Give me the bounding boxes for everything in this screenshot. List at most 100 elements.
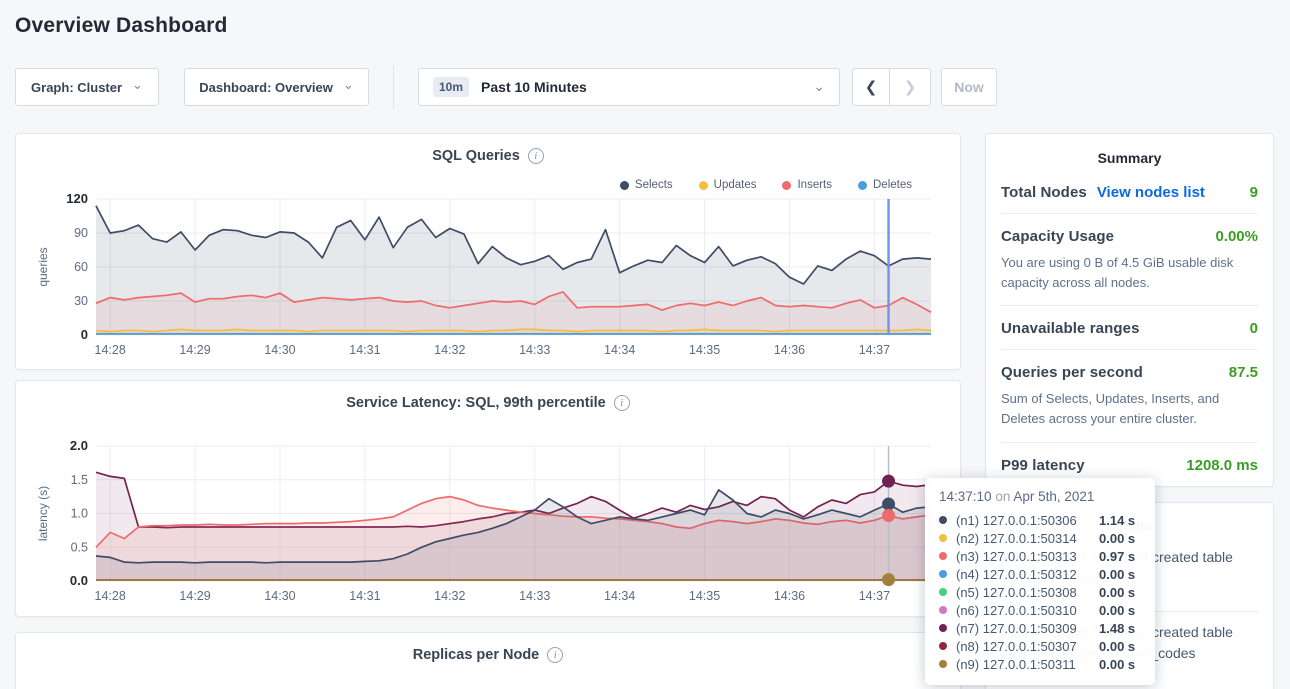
node-address: (n1) 127.0.0.1:50306 — [956, 513, 1099, 528]
prev-time-button[interactable]: ❮ — [852, 68, 890, 106]
sql-queries-card: SQL Queries i Selects Updates Inserts Delet… — [15, 133, 961, 370]
info-icon[interactable]: i — [614, 395, 630, 411]
svg-text:0: 0 — [81, 327, 88, 342]
node-latency-value: 0.00 s — [1099, 567, 1135, 582]
chevron-down-icon: ⌄ — [132, 77, 143, 93]
svg-text:latency (s): latency (s) — [36, 486, 50, 541]
legend-label: Updates — [714, 179, 757, 191]
svg-text:14:29: 14:29 — [179, 343, 210, 357]
queries-per-second-label: Queries per second — [1001, 364, 1143, 381]
tooltip-node-row: (n1) 127.0.0.1:503061.14 s — [939, 511, 1141, 529]
chart-title-text: Replicas per Node — [413, 647, 540, 663]
chevron-down-icon: ⌄ — [343, 77, 354, 93]
series-color-dot — [939, 588, 947, 596]
sql-queries-chart[interactable]: 030609012014:2814:2914:3014:3114:3214:33… — [31, 191, 947, 359]
svg-text:0.5: 0.5 — [71, 540, 88, 554]
replicas-per-node-card: Replicas per Node i — [15, 632, 961, 689]
chevron-left-icon: ❮ — [865, 78, 878, 96]
tooltip-node-rows: (n1) 127.0.0.1:503061.14 s(n2) 127.0.0.1… — [939, 511, 1141, 673]
sql-queries-title: SQL Queries i — [16, 134, 960, 164]
legend-item-inserts[interactable]: Inserts — [782, 179, 832, 191]
chart-title-text: Service Latency: SQL, 99th percentile — [346, 395, 606, 411]
series-color-dot — [939, 642, 947, 650]
p99-latency-label: P99 latency — [1001, 457, 1085, 474]
svg-text:14:35: 14:35 — [689, 343, 720, 357]
node-address: (n6) 127.0.0.1:50310 — [956, 603, 1099, 618]
svg-text:14:32: 14:32 — [434, 589, 465, 603]
tooltip-node-row: (n5) 127.0.0.1:503080.00 s — [939, 583, 1141, 601]
node-latency-value: 1.14 s — [1099, 513, 1135, 528]
svg-text:14:31: 14:31 — [349, 589, 380, 603]
node-latency-value: 0.00 s — [1099, 531, 1135, 546]
graph-scope-dropdown[interactable]: Graph: Cluster ⌄ — [15, 68, 159, 106]
svg-text:1.5: 1.5 — [71, 473, 88, 487]
svg-text:14:33: 14:33 — [519, 589, 550, 603]
svg-text:14:37: 14:37 — [859, 343, 890, 357]
capacity-usage-description: You are using 0 B of 4.5 GiB usable disk… — [1001, 251, 1258, 306]
legend-color-dot — [782, 181, 791, 190]
p99-latency-value: 1208.0 ms — [1186, 457, 1258, 474]
series-color-dot — [939, 606, 947, 614]
service-latency-title: Service Latency: SQL, 99th percentile i — [16, 381, 960, 411]
svg-text:14:28: 14:28 — [95, 343, 126, 357]
chevron-right-icon: ❯ — [904, 78, 917, 96]
total-nodes-label: Total Nodes — [1001, 184, 1087, 201]
queries-per-second-description: Sum of Selects, Updates, Inserts, and De… — [1001, 387, 1258, 442]
legend-color-dot — [620, 181, 629, 190]
svg-text:0.0: 0.0 — [70, 573, 88, 588]
tooltip-timestamp: 14:37:10 on Apr 5th, 2021 — [939, 489, 1141, 504]
node-latency-value: 1.48 s — [1099, 621, 1135, 636]
node-latency-value: 0.00 s — [1099, 657, 1135, 672]
node-address: (n2) 127.0.0.1:50314 — [956, 531, 1099, 546]
time-window-arrows: ❮ ❯ — [852, 68, 931, 106]
chevron-down-icon: ⌄ — [813, 78, 825, 95]
legend-item-selects[interactable]: Selects — [620, 179, 673, 191]
series-color-dot — [939, 660, 947, 668]
service-latency-chart[interactable]: 0.00.51.01.52.014:2814:2914:3014:3114:32… — [31, 438, 947, 606]
tooltip-time: 14:37:10 — [939, 489, 992, 504]
svg-text:14:33: 14:33 — [519, 343, 550, 357]
svg-text:2.0: 2.0 — [70, 438, 88, 453]
chart-hover-tooltip: 14:37:10 on Apr 5th, 2021 (n1) 127.0.0.1… — [925, 478, 1155, 685]
total-nodes-row: Total Nodes View nodes list 9 — [1001, 170, 1258, 214]
node-address: (n5) 127.0.0.1:50308 — [956, 585, 1099, 600]
tooltip-conjunction: on — [995, 489, 1010, 504]
node-latency-value: 0.00 s — [1099, 603, 1135, 618]
unavailable-ranges-row: Unavailable ranges 0 — [1001, 306, 1258, 350]
controls-divider — [393, 65, 394, 109]
legend-item-deletes[interactable]: Deletes — [858, 179, 912, 191]
tooltip-node-row: (n2) 127.0.0.1:503140.00 s — [939, 529, 1141, 547]
summary-title: Summary — [1001, 134, 1258, 170]
next-time-button[interactable]: ❯ — [890, 68, 931, 106]
svg-text:14:30: 14:30 — [264, 343, 295, 357]
node-address: (n9) 127.0.0.1:50311 — [956, 657, 1099, 672]
graph-scope-label: Graph: Cluster — [31, 80, 122, 95]
svg-text:14:36: 14:36 — [774, 589, 805, 603]
info-icon[interactable]: i — [528, 148, 544, 164]
dashboard-dropdown[interactable]: Dashboard: Overview ⌄ — [184, 68, 369, 106]
node-latency-value: 0.00 s — [1099, 639, 1135, 654]
node-address: (n4) 127.0.0.1:50312 — [956, 567, 1099, 582]
queries-per-second-value: 87.5 — [1229, 364, 1258, 381]
time-range-label: Past 10 Minutes — [481, 79, 587, 95]
now-button[interactable]: Now — [941, 68, 997, 106]
dashboard-label: Dashboard: Overview — [199, 80, 333, 95]
series-color-dot — [939, 534, 947, 542]
node-latency-value: 0.00 s — [1099, 585, 1135, 600]
svg-text:14:32: 14:32 — [434, 343, 465, 357]
svg-text:14:28: 14:28 — [95, 589, 126, 603]
legend-item-updates[interactable]: Updates — [699, 179, 757, 191]
dashboard-controls: Graph: Cluster ⌄ Dashboard: Overview ⌄ 1… — [15, 68, 997, 106]
service-latency-card: Service Latency: SQL, 99th percentile i … — [15, 380, 961, 617]
svg-text:14:37: 14:37 — [859, 589, 890, 603]
svg-text:queries: queries — [36, 247, 50, 286]
chart-title-text: SQL Queries — [432, 148, 520, 164]
summary-panel: Summary Total Nodes View nodes list 9 Ca… — [985, 133, 1274, 487]
info-icon[interactable]: i — [547, 647, 563, 663]
time-range-dropdown[interactable]: 10m Past 10 Minutes ⌄ — [418, 68, 840, 106]
tooltip-date: Apr 5th, 2021 — [1013, 489, 1094, 504]
legend-color-dot — [699, 181, 708, 190]
node-address: (n8) 127.0.0.1:50307 — [956, 639, 1099, 654]
svg-text:14:34: 14:34 — [604, 589, 635, 603]
view-nodes-list-link[interactable]: View nodes list — [1097, 184, 1205, 201]
